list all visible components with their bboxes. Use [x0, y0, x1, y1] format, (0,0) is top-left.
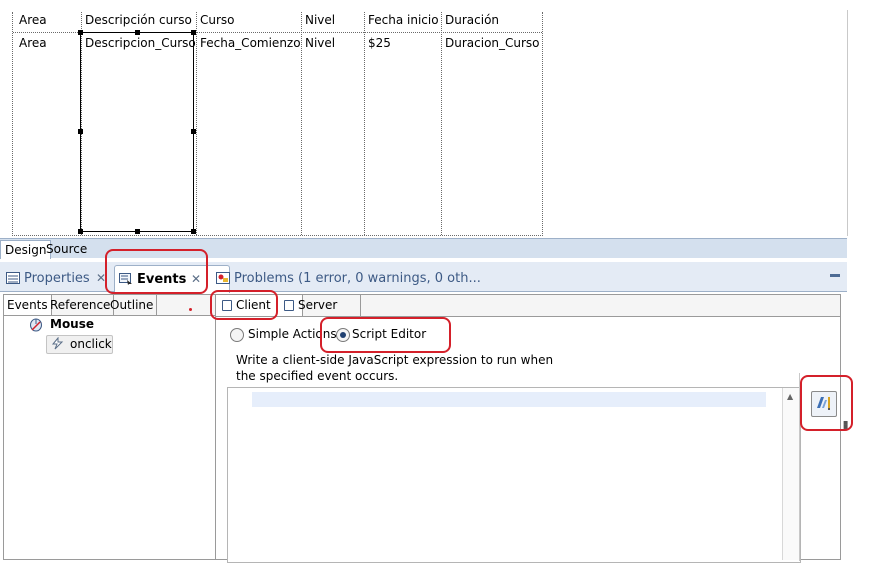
properties-icon	[6, 272, 20, 284]
tab-outline[interactable]: Outline	[107, 295, 158, 315]
events-panel-tabs: Events Reference Outline	[4, 295, 215, 316]
resize-handle[interactable]	[78, 30, 83, 35]
resize-handle[interactable]	[191, 30, 196, 35]
tab-label: Problems (1 error, 0 warnings, 0 oth...	[234, 271, 481, 286]
tree-item-label: onclick	[70, 337, 112, 351]
annotation-script-editor	[320, 317, 451, 353]
tab-label: Server	[298, 298, 338, 312]
event-icon	[51, 337, 64, 350]
table-header-cell[interactable]: Duración	[445, 13, 499, 27]
problems-icon	[216, 272, 230, 284]
server-icon	[284, 300, 294, 311]
tab-label: Properties	[24, 271, 90, 286]
tab-events-list[interactable]: Events	[4, 295, 52, 315]
annotation-events-tab	[105, 249, 208, 294]
table-header-cell[interactable]: Fecha inicio	[368, 13, 439, 27]
tree-group-label: Mouse	[50, 317, 95, 331]
column-divider	[196, 12, 197, 235]
mouse-icon	[30, 318, 42, 332]
resize-handle[interactable]	[78, 229, 83, 234]
table-data-cell[interactable]: $25	[368, 36, 391, 50]
column-divider	[441, 12, 442, 235]
table-data-cell[interactable]: Fecha_Comienzo	[200, 36, 301, 50]
resize-handle[interactable]	[135, 30, 140, 35]
table-header-cell[interactable]: Area	[19, 13, 47, 27]
table-data-cell[interactable]: Duracion_Curso	[445, 36, 540, 50]
table-header-cell[interactable]: Descripción curso	[85, 13, 192, 27]
design-canvas[interactable]: Area Descripción curso Curso Nivel Fecha…	[0, 0, 848, 238]
resize-handle[interactable]	[78, 129, 83, 134]
column-divider	[364, 12, 365, 235]
editor-scrollbar[interactable]: ▲	[782, 388, 800, 560]
tab-source[interactable]: Source	[42, 240, 91, 258]
script-panel: Client Server Simple Actions Script Edit…	[215, 294, 848, 563]
simple-actions-radio[interactable]	[230, 328, 244, 342]
current-line-highlight	[252, 392, 766, 407]
table-data-cell[interactable]: Area	[19, 36, 47, 50]
tab-server[interactable]: Server	[278, 295, 361, 316]
minimize-icon[interactable]	[830, 274, 840, 277]
table-data-cell[interactable]: Nivel	[305, 36, 335, 50]
resize-handle[interactable]	[191, 129, 196, 134]
canvas-edge	[847, 10, 848, 236]
script-panel-tabs: Client Server	[216, 295, 840, 317]
annotation-client-tab	[210, 290, 278, 320]
table-header-cell[interactable]: Curso	[200, 13, 235, 27]
column-divider	[301, 12, 302, 235]
scroll-up-icon[interactable]: ▲	[787, 392, 793, 401]
tree-item-onclick[interactable]: onclick	[46, 335, 113, 354]
annotation-dot	[189, 308, 192, 311]
annotation-script-button	[800, 375, 853, 431]
events-panel: Events Reference Outline Mouse onclick	[3, 294, 216, 560]
selected-cell-outline[interactable]	[78, 30, 196, 234]
resize-handle[interactable]	[135, 229, 140, 234]
tab-reference[interactable]: Reference	[47, 295, 115, 315]
table-header-cell[interactable]: Nivel	[305, 13, 335, 27]
resize-handle[interactable]	[191, 229, 196, 234]
script-editor-textarea[interactable]: ▲	[227, 387, 801, 563]
script-description: Write a client-side JavaScript expressio…	[236, 353, 554, 383]
tab-problems[interactable]: Problems (1 error, 0 warnings, 0 oth...	[212, 265, 496, 292]
